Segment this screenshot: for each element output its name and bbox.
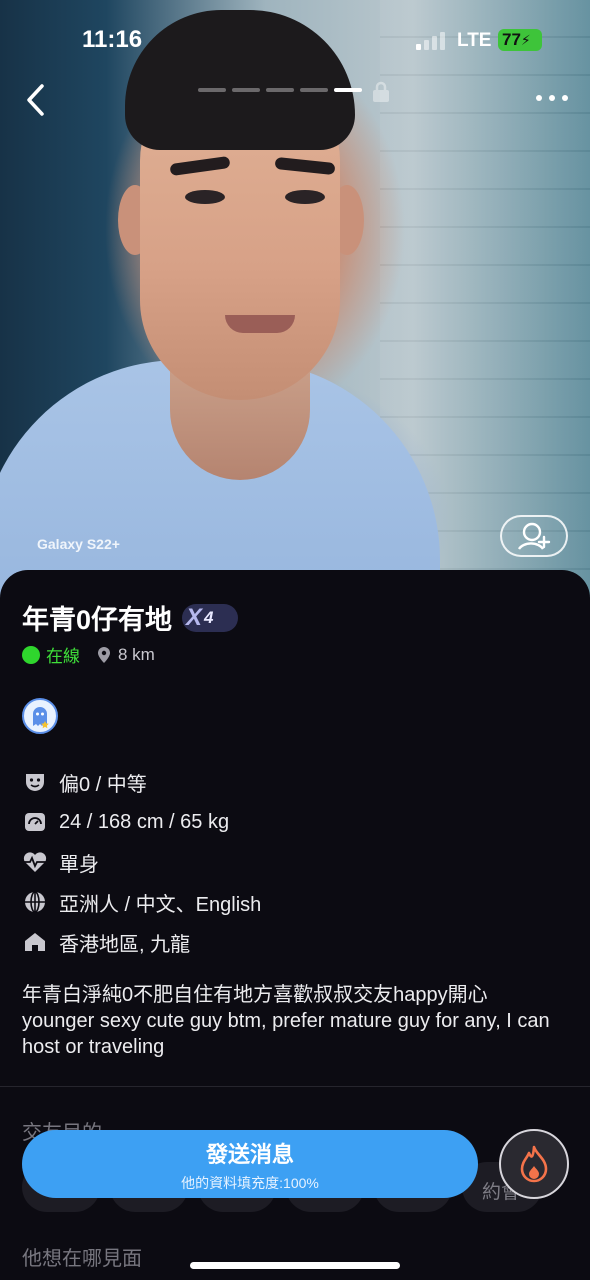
more-options-button[interactable] [536,88,576,108]
attr-role: 偏0 / 中等 [22,762,562,802]
attr-text: 香港地區, 九龍 [59,933,191,956]
meta-row: 在線 8 km [22,642,155,667]
online-dot-icon [22,645,40,664]
home-icon [22,929,48,955]
attr-text: 單身 [59,853,99,876]
add-user-icon [517,522,551,550]
send-message-label: 發送消息 [205,1142,294,1167]
flame-icon [520,1145,548,1183]
heartbeat-icon [22,849,48,875]
page-dot [232,88,260,92]
profile-screen: Galaxy S22+ 11:16 LTE 77⚡ 年青0仔有地 X 4 在線 … [0,0,590,1280]
attr-text: 亞洲人 / 中文、English [59,893,262,916]
page-dot [300,88,328,92]
attr-body: 24 / 168 cm / 65 kg [22,802,562,842]
attribute-list: 偏0 / 中等 24 / 168 cm / 65 kg 單身 亞洲人 / 中文、… [22,762,562,962]
attr-relationship: 單身 [22,842,562,882]
battery-level: 77 [502,30,521,49]
globe-icon [22,889,48,915]
profile-completeness: 他的資料填充度:100% [181,1175,319,1191]
distance: 8 km [118,644,155,664]
location-pin-icon [98,646,110,663]
name-row: 年青0仔有地 X 4 [22,598,239,637]
section-divider [0,1086,590,1087]
more-dot [549,95,555,101]
flame-button[interactable] [499,1129,569,1199]
scale-icon [22,809,48,835]
add-friend-button[interactable] [500,515,568,557]
back-button[interactable] [20,80,50,120]
badge-symbol: X [186,603,203,631]
status-bar: 11:16 LTE 77⚡ [0,0,590,80]
attr-text: 偏0 / 中等 [59,773,147,796]
battery-icon: 77⚡ [498,29,542,51]
attr-location: 香港地區, 九龍 [22,922,562,962]
network-label: LTE [457,30,492,51]
meet-section-title: 他想在哪見面 [22,1248,142,1270]
chevron-left-icon [27,84,44,116]
attr-text: 24 / 168 cm / 65 kg [59,810,230,833]
signal-icon [416,32,446,50]
more-dot [562,95,568,101]
badge-number: 4 [204,607,214,627]
photo-page-indicator[interactable] [198,88,362,96]
profile-name: 年青0仔有地 [22,605,173,635]
photo-watermark: Galaxy S22+ [37,536,120,552]
mask-icon [22,769,48,795]
page-dot [198,88,226,92]
status-time: 11:16 [82,26,143,53]
online-status: 在線 [46,647,80,666]
page-dot-active [334,88,362,92]
more-dot [536,95,542,101]
profile-bio: 年青白淨純0不肥自住有地方喜歡叔叔交友happy開心 younger sexy … [22,984,550,1058]
send-message-button[interactable]: 發送消息 他的資料填充度:100% [22,1130,478,1198]
ghost-icon [33,707,49,729]
home-indicator[interactable] [190,1262,400,1269]
page-dot [266,88,294,92]
lock-icon [373,81,389,102]
level-badge[interactable]: X 4 [182,603,239,632]
attr-ethnicity-language: 亞洲人 / 中文、English [22,882,562,922]
avatar-badge-icon[interactable] [22,698,58,734]
